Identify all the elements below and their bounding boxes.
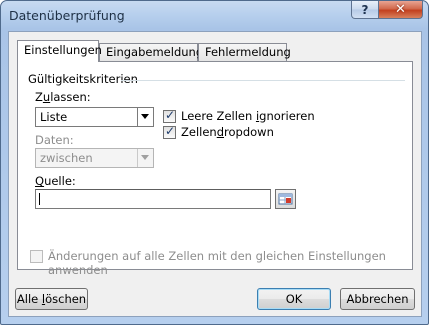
- in-cell-dropdown-checkbox[interactable]: ✓: [163, 124, 176, 139]
- in-cell-dropdown-label[interactable]: Zellendropdown: [181, 125, 274, 139]
- settings-tab-page: Gültigkeitskriterien Zulassen: Liste ✓ L…: [17, 61, 413, 277]
- clear-all-button[interactable]: Alle löschen: [15, 288, 88, 310]
- close-button[interactable]: ✕: [379, 1, 423, 19]
- allow-select-value: Liste: [40, 110, 68, 124]
- data-dropdown-button[interactable]: [137, 149, 153, 167]
- chevron-down-icon: [141, 155, 149, 160]
- allow-select[interactable]: Liste: [35, 107, 154, 127]
- tab-error-alert[interactable]: Fehlermeldung: [198, 43, 291, 61]
- range-selector-icon: [278, 193, 293, 205]
- caption-buttons: ? ✕: [351, 1, 423, 20]
- data-select[interactable]: zwischen: [35, 148, 154, 168]
- ok-button[interactable]: OK: [257, 288, 331, 310]
- tab-input-message[interactable]: Eingabemeldung: [99, 43, 203, 61]
- window-title: Datenüberprüfung: [9, 8, 125, 23]
- ignore-blank-checkbox[interactable]: ✓: [163, 108, 176, 123]
- source-label: Quelle:: [35, 174, 76, 188]
- chevron-down-icon: [141, 114, 149, 119]
- dialog-window: Datenüberprüfung ? ✕ Einstellungen Einga…: [0, 0, 429, 325]
- source-input[interactable]: [35, 189, 271, 209]
- text-caret: [39, 193, 40, 205]
- apply-all-label: Änderungen auf alle Zellen mit den gleic…: [48, 249, 386, 277]
- checkmark-icon: ✓: [165, 124, 176, 138]
- tab-settings-label: Einstellungen: [24, 43, 102, 57]
- title-bar[interactable]: Datenüberprüfung ? ✕: [1, 1, 428, 31]
- apply-all-checkbox[interactable]: [30, 250, 43, 263]
- range-selector-button[interactable]: [275, 189, 296, 209]
- dialog-client-area: Einstellungen Eingabemeldung Fehlermeldu…: [8, 31, 422, 317]
- help-icon: ?: [361, 2, 369, 17]
- validation-criteria-heading: Gültigkeitskriterien: [28, 72, 138, 86]
- data-select-value: zwischen: [40, 151, 93, 165]
- allow-dropdown-button[interactable]: [137, 108, 153, 126]
- close-icon: ✕: [395, 2, 406, 17]
- ignore-blank-label[interactable]: Leere Zellen ignorieren: [181, 109, 315, 123]
- tab-settings[interactable]: Einstellungen: [17, 40, 102, 62]
- allow-label: Zulassen:: [35, 90, 91, 104]
- checkmark-icon: ✓: [165, 108, 176, 122]
- cancel-button[interactable]: Abbrechen: [340, 288, 415, 310]
- group-divider: [121, 80, 405, 81]
- help-button[interactable]: ?: [351, 1, 379, 19]
- data-label: Daten:: [35, 133, 74, 147]
- tab-input-message-label: Eingabemeldung: [106, 45, 204, 59]
- tab-error-alert-label: Fehlermeldung: [205, 45, 291, 59]
